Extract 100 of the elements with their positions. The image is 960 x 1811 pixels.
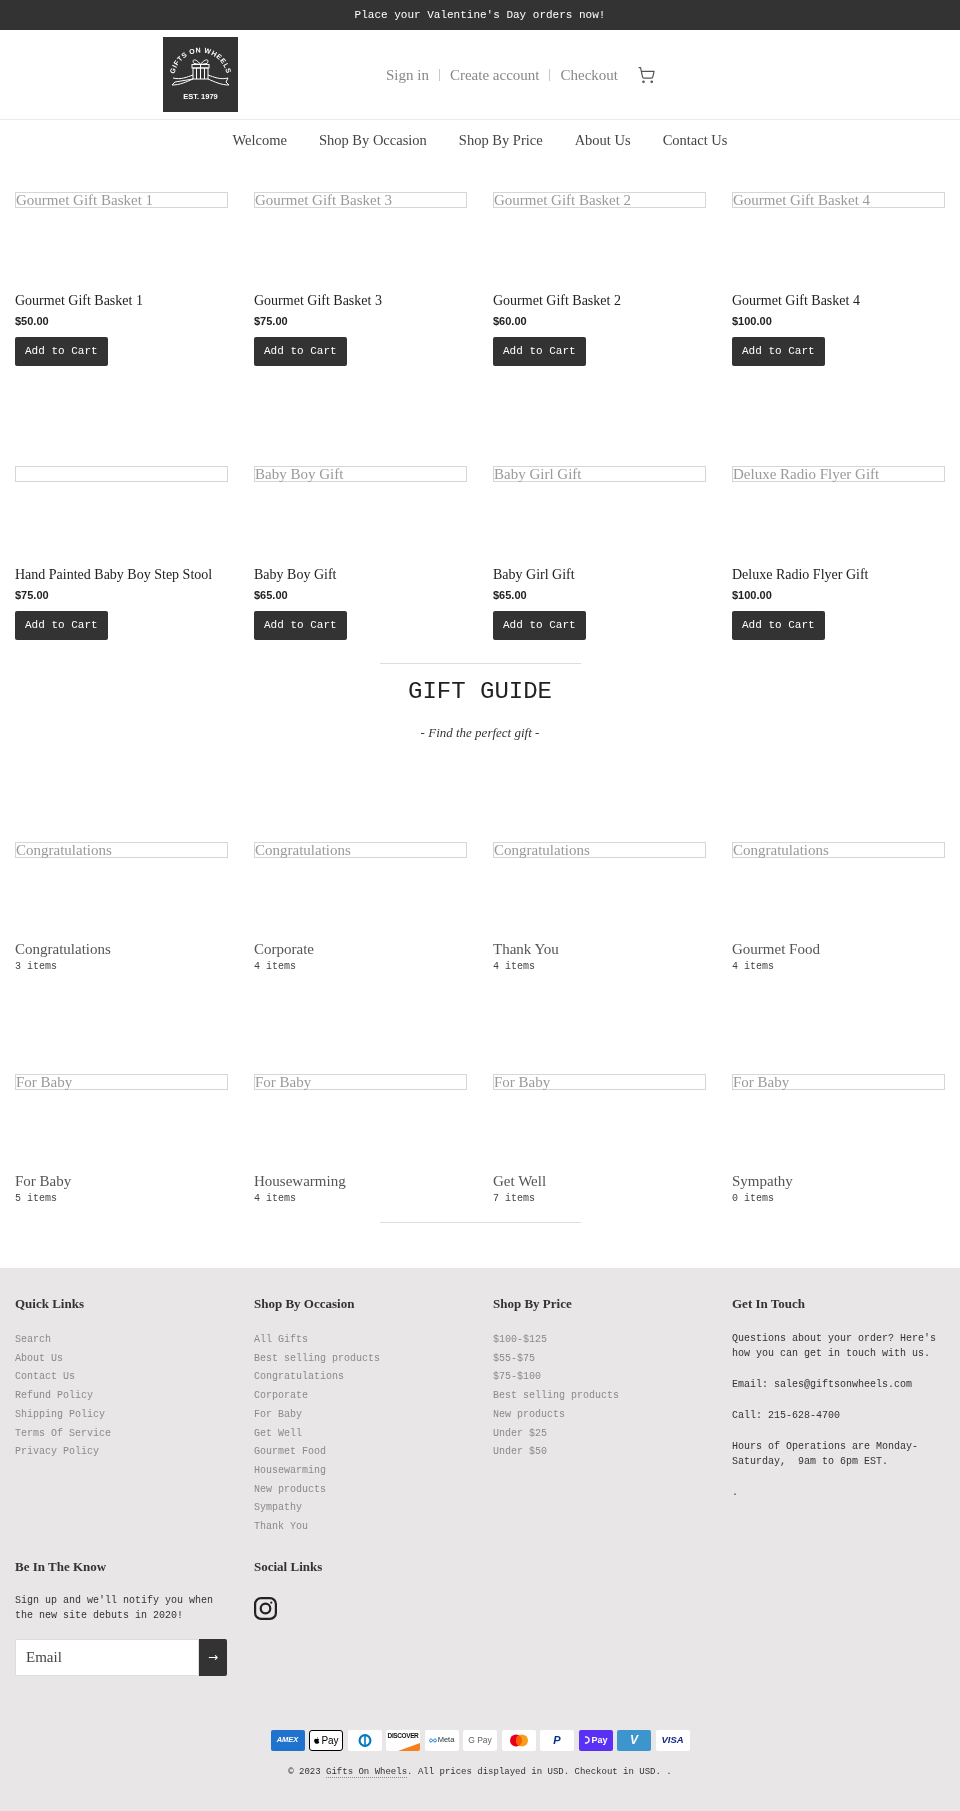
collection-title[interactable]: Thank You: [493, 939, 559, 959]
product-title[interactable]: Gourmet Gift Basket 4: [732, 291, 860, 311]
contact-text: Call: 215-628-4700: [732, 1409, 842, 1423]
email-field[interactable]: Email: [15, 1638, 199, 1676]
broken-image[interactable]: For Baby: [493, 1074, 706, 1090]
footer-link[interactable]: For Baby: [254, 1405, 302, 1425]
product-title[interactable]: Baby Girl Gift: [493, 565, 575, 585]
footer-link[interactable]: Housewarming: [254, 1461, 326, 1481]
product-title[interactable]: Baby Boy Gift: [254, 565, 337, 585]
footer-link[interactable]: Gourmet Food: [254, 1443, 326, 1462]
collection-title[interactable]: For Baby: [15, 1171, 72, 1191]
product-title[interactable]: Hand Painted Baby Boy Step Stool: [15, 565, 213, 585]
add-to-cart-button[interactable]: Add to Cart: [15, 611, 108, 640]
broken-image[interactable]: Gourmet Gift Basket 4: [732, 192, 945, 208]
payment-label: Pay: [591, 1735, 608, 1746]
contact-text: Questions about your order? Here's how you can get in touch with us.: [732, 1332, 938, 1361]
nav-link[interactable]: Contact Us: [662, 130, 728, 150]
footer-link[interactable]: Shipping Policy: [15, 1405, 105, 1425]
broken-image[interactable]: Baby Girl Gift: [493, 466, 706, 482]
instagram-icon[interactable]: [254, 1596, 277, 1620]
footer-link[interactable]: Under $25: [493, 1424, 547, 1444]
footer-link[interactable]: Under $50: [493, 1443, 547, 1462]
account-link[interactable]: Checkout: [560, 64, 618, 85]
add-to-cart-button[interactable]: Add to Cart: [732, 337, 825, 366]
add-to-cart-button[interactable]: Add to Cart: [493, 337, 586, 366]
collection-title[interactable]: Corporate: [254, 939, 314, 959]
broken-image[interactable]: Gourmet Gift Basket 1: [15, 192, 228, 208]
footer-link[interactable]: Sympathy: [254, 1499, 302, 1519]
collection-title[interactable]: Sympathy: [732, 1171, 793, 1191]
nav-link[interactable]: Shop By Occasion: [318, 130, 427, 150]
broken-image[interactable]: Gourmet Gift Basket 2: [493, 192, 706, 208]
product-price: $100.00: [732, 314, 772, 329]
footer-link[interactable]: Best selling products: [254, 1349, 381, 1369]
product-title[interactable]: Gourmet Gift Basket 2: [493, 291, 621, 311]
collection-count: 5 items: [15, 1192, 57, 1206]
section-subtitle: - Find the perfect gift -: [420, 724, 540, 742]
footer-link[interactable]: Get Well: [254, 1424, 302, 1444]
product-title[interactable]: Gourmet Gift Basket 1: [15, 291, 143, 311]
add-to-cart-button[interactable]: Add to Cart: [493, 611, 586, 640]
product-price: $75.00: [15, 588, 49, 603]
payment-label: V: [630, 1733, 638, 1747]
add-to-cart-button[interactable]: Add to Cart: [732, 611, 825, 640]
footer-link[interactable]: Congratulations: [254, 1368, 344, 1388]
payment-label: Pay: [321, 1734, 339, 1746]
footer-link[interactable]: Corporate: [254, 1387, 308, 1406]
broken-image[interactable]: Baby Boy Gift: [254, 466, 467, 482]
section-title: GIFT GUIDE: [408, 677, 552, 707]
announcement-text: Place your Valentine's Day orders now!: [354, 7, 606, 23]
footer-link[interactable]: New products: [254, 1480, 326, 1500]
footer-link[interactable]: Contact Us: [15, 1368, 75, 1388]
footer-link[interactable]: $100-$125: [493, 1331, 547, 1350]
nav-link[interactable]: About Us: [574, 130, 631, 150]
broken-image[interactable]: Congratulations: [732, 842, 945, 858]
wedge-icon: [398, 1742, 420, 1751]
add-to-cart-button[interactable]: Add to Cart: [254, 337, 347, 366]
cart-icon[interactable]: [636, 65, 656, 84]
collection-title[interactable]: Housewarming: [254, 1171, 346, 1191]
footer-link[interactable]: All Gifts: [254, 1331, 308, 1350]
collection-count: 3 items: [15, 960, 57, 974]
footer-link[interactable]: New products: [493, 1405, 565, 1425]
collection-count: 4 items: [493, 960, 535, 974]
footer-heading: Quick Links: [15, 1295, 85, 1313]
footer-link[interactable]: Refund Policy: [15, 1387, 93, 1406]
footer-heading: Social Links: [254, 1557, 323, 1576]
submit-button[interactable]: →: [199, 1638, 227, 1676]
broken-image[interactable]: Deluxe Radio Flyer Gift: [732, 466, 945, 482]
product-price: $100.00: [732, 588, 772, 603]
collection-title[interactable]: Get Well: [493, 1171, 547, 1191]
overlapping-circles-icon: [501, 1729, 536, 1751]
broken-image[interactable]: For Baby: [254, 1074, 467, 1090]
footer-link[interactable]: Best selling products: [493, 1387, 620, 1406]
broken-image[interactable]: Congratulations: [254, 842, 467, 858]
nav-link[interactable]: Shop By Price: [458, 130, 543, 150]
add-to-cart-button[interactable]: Add to Cart: [254, 611, 347, 640]
contact-text: .: [732, 1486, 739, 1500]
footer-link[interactable]: Terms Of Service: [15, 1424, 111, 1444]
footer-heading: Shop By Occasion: [254, 1295, 356, 1313]
payment-label: VISA: [661, 1735, 684, 1746]
footer-link[interactable]: $75-$100: [493, 1368, 541, 1388]
footer-link[interactable]: Search: [15, 1331, 51, 1350]
add-to-cart-button[interactable]: Add to Cart: [15, 337, 108, 366]
footer-heading: Shop By Price: [493, 1295, 573, 1313]
nav-link[interactable]: Welcome: [232, 130, 287, 150]
product-title[interactable]: Gourmet Gift Basket 3: [254, 291, 382, 311]
account-link[interactable]: Create account: [449, 64, 540, 85]
footer-link[interactable]: $55-$75: [493, 1349, 535, 1369]
product-title[interactable]: Deluxe Radio Flyer Gift: [732, 565, 869, 585]
broken-image[interactable]: For Baby: [732, 1074, 945, 1090]
store-link[interactable]: Gifts On Wheels: [326, 1766, 408, 1778]
broken-image[interactable]: Congratulations: [15, 842, 228, 858]
broken-image[interactable]: For Baby: [15, 1074, 228, 1090]
broken-image[interactable]: Gourmet Gift Basket 3: [254, 192, 467, 208]
footer-link[interactable]: About Us: [15, 1349, 63, 1369]
collection-count: 4 items: [254, 960, 296, 974]
footer-link[interactable]: Privacy Policy: [15, 1443, 99, 1462]
collection-title[interactable]: Congratulations: [15, 939, 111, 959]
account-link[interactable]: Sign in: [386, 64, 429, 85]
footer-link[interactable]: Thank You: [254, 1518, 308, 1537]
broken-image[interactable]: Congratulations: [493, 842, 706, 858]
collection-title[interactable]: Gourmet Food: [732, 939, 820, 959]
